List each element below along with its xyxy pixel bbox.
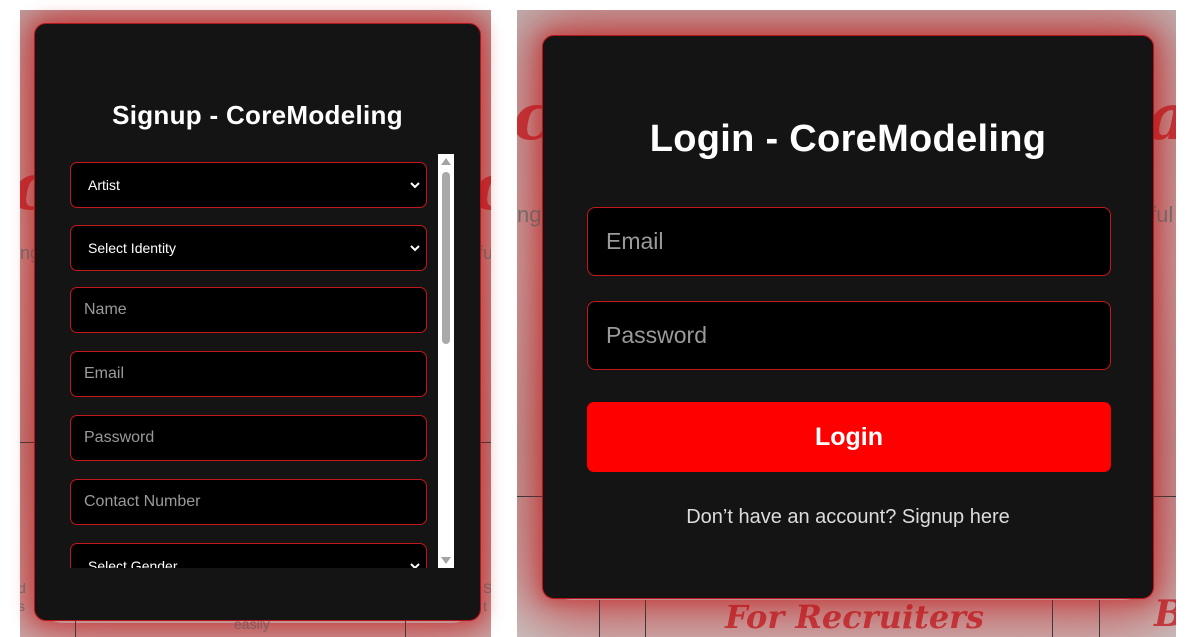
background-text-fragment: ng [517,202,542,227]
role-select[interactable]: Artist [70,162,427,208]
login-password-input[interactable]: Password [587,301,1111,370]
background-text-fragment: t [483,598,487,614]
email-input[interactable]: Email [70,351,427,397]
contact-number-placeholder: Contact Number [84,493,201,510]
gender-select-value: Select Gender [88,558,178,568]
password-input[interactable]: Password [70,415,427,461]
chevron-down-icon [410,563,420,568]
login-password-placeholder: Password [606,322,707,348]
identity-select[interactable]: Select Identity [70,225,427,271]
background-divider [645,600,646,637]
background-script-fragment: B [1154,593,1176,635]
chevron-down-icon [410,245,420,252]
login-email-placeholder: Email [606,228,664,254]
signup-title: Signup - CoreModeling [112,100,403,130]
background-divider [599,600,600,637]
identity-select-value: Select Identity [88,240,176,256]
scroll-up-arrow-icon[interactable] [441,157,451,165]
signup-link[interactable]: Don’t have an account? Signup here [543,506,1153,529]
signup-modal: Signup - CoreModeling Artist Select Iden… [34,23,481,621]
background-divider [1052,600,1053,637]
password-placeholder: Password [84,429,155,446]
login-button[interactable]: Login [587,402,1111,472]
login-title: Login - CoreModeling [649,118,1047,160]
background-text-fragment: S [483,580,491,596]
name-input[interactable]: Name [70,287,427,333]
contact-number-input[interactable]: Contact Number [70,479,427,525]
name-placeholder: Name [84,301,127,318]
gender-select[interactable]: Select Gender [70,543,427,568]
background-divider [1099,600,1100,637]
signup-form[interactable]: Artist Select Identity Name Email Passwo… [70,154,427,568]
form-scrollbar[interactable] [438,154,454,568]
role-select-value: Artist [88,177,120,193]
login-modal: Login - CoreModeling Email Password Logi… [542,35,1154,599]
background-text-fragment: s [20,598,25,614]
background-heading-for-recruiters: For Recruiters [725,598,985,636]
scroll-down-arrow-icon[interactable] [441,557,451,565]
scrollbar-thumb[interactable] [442,172,450,344]
login-email-input[interactable]: Email [587,207,1111,276]
email-placeholder: Email [84,365,125,382]
chevron-down-icon [410,182,420,189]
background-text-fragment: d [20,580,26,596]
